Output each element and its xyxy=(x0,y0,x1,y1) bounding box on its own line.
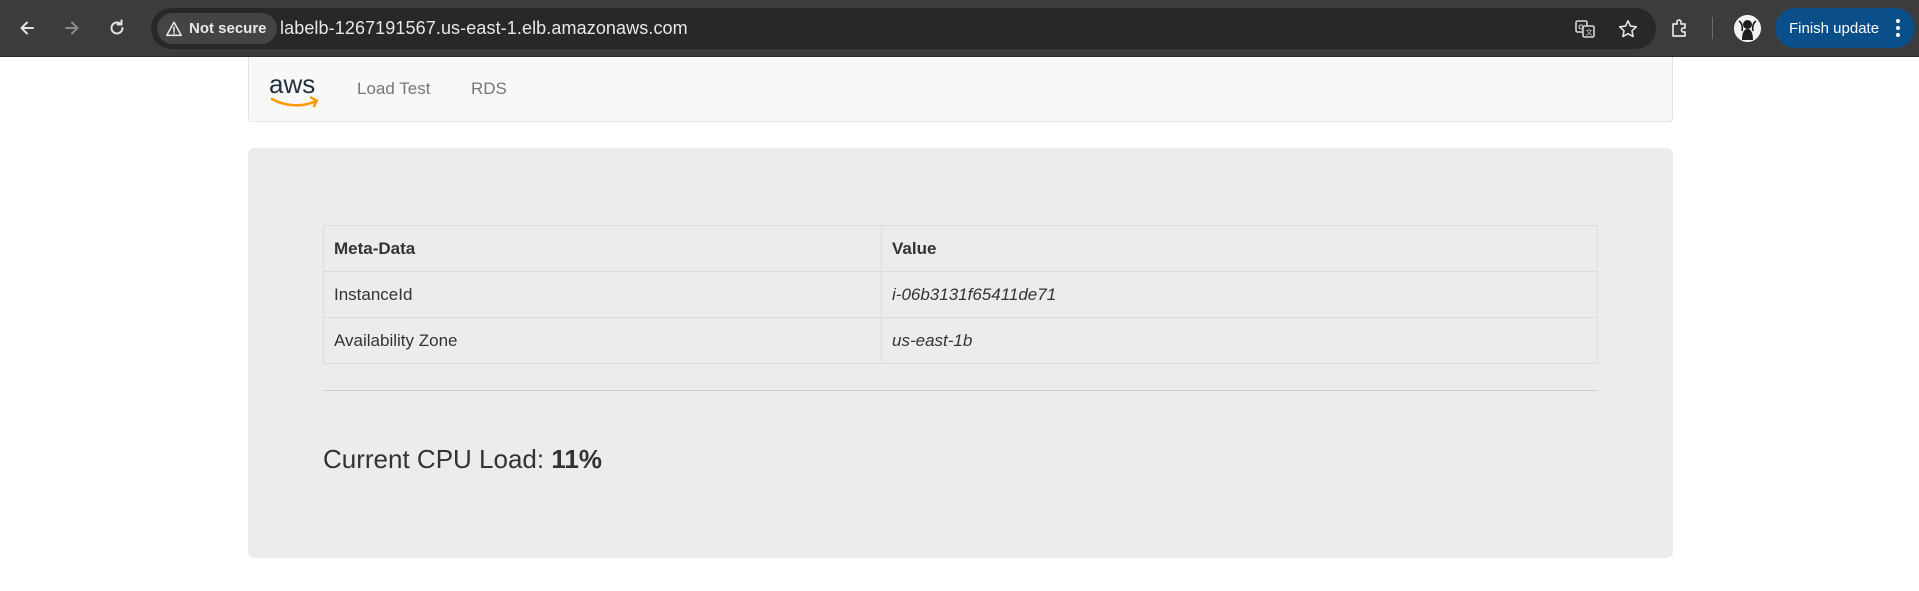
svg-text:G: G xyxy=(1578,23,1584,32)
nav-link-rds[interactable]: RDS xyxy=(471,79,507,99)
translate-icon: G文 xyxy=(1575,20,1595,38)
address-bar[interactable]: Not secure labelb-1267191567.us-east-1.e… xyxy=(151,8,1656,49)
finish-update-button[interactable]: Finish update xyxy=(1775,8,1915,48)
star-icon xyxy=(1618,20,1638,38)
reload-icon xyxy=(110,19,124,35)
reload-button[interactable] xyxy=(100,11,134,45)
more-icon xyxy=(1896,19,1900,37)
browser-toolbar: Not secure labelb-1267191567.us-east-1.e… xyxy=(0,0,1919,57)
content-panel: Meta-Data Value InstanceId i-06b3131f654… xyxy=(248,148,1673,558)
security-chip[interactable]: Not secure xyxy=(157,13,277,44)
cpu-load-label: Current CPU Load: xyxy=(323,444,552,474)
column-header-meta-data: Meta-Data xyxy=(323,225,882,272)
aws-smile-icon xyxy=(270,96,319,108)
aws-logo[interactable]: aws xyxy=(269,69,323,109)
url-text[interactable]: labelb-1267191567.us-east-1.elb.amazonaw… xyxy=(280,18,688,39)
avatar[interactable] xyxy=(1734,15,1761,42)
warning-icon xyxy=(166,20,182,36)
extensions-button[interactable] xyxy=(1666,14,1694,42)
back-button[interactable] xyxy=(10,11,44,45)
toolbar-divider xyxy=(1712,17,1713,39)
table-row: Availability Zone us-east-1b xyxy=(323,317,1598,364)
metadata-table: Meta-Data Value InstanceId i-06b3131f654… xyxy=(323,225,1598,364)
finish-update-label: Finish update xyxy=(1789,19,1880,37)
row-value-availability-zone: us-east-1b xyxy=(881,317,1598,364)
table-header-row: Meta-Data Value xyxy=(323,225,1598,272)
row-key-instance-id: InstanceId xyxy=(323,271,882,318)
row-key-availability-zone: Availability Zone xyxy=(323,317,882,364)
cpu-load-heading: Current CPU Load: 11% xyxy=(323,444,602,475)
svg-text:文: 文 xyxy=(1586,28,1593,37)
site-navbar: aws Load Test RDS xyxy=(248,57,1673,122)
divider xyxy=(323,390,1598,391)
nav-link-load-test[interactable]: Load Test xyxy=(357,79,430,99)
forward-icon xyxy=(65,21,79,35)
profile-picture xyxy=(1734,15,1761,42)
security-label: Not secure xyxy=(189,20,267,37)
column-header-value: Value xyxy=(881,225,1598,272)
bookmark-button[interactable] xyxy=(1616,17,1640,41)
cpu-load-value: 11% xyxy=(551,444,602,474)
table-row: InstanceId i-06b3131f65411de71 xyxy=(323,271,1598,318)
back-icon xyxy=(20,21,34,35)
forward-button[interactable] xyxy=(55,11,89,45)
extensions-icon xyxy=(1672,19,1686,37)
row-value-instance-id: i-06b3131f65411de71 xyxy=(881,271,1598,318)
translate-button[interactable]: G文 xyxy=(1573,17,1597,41)
